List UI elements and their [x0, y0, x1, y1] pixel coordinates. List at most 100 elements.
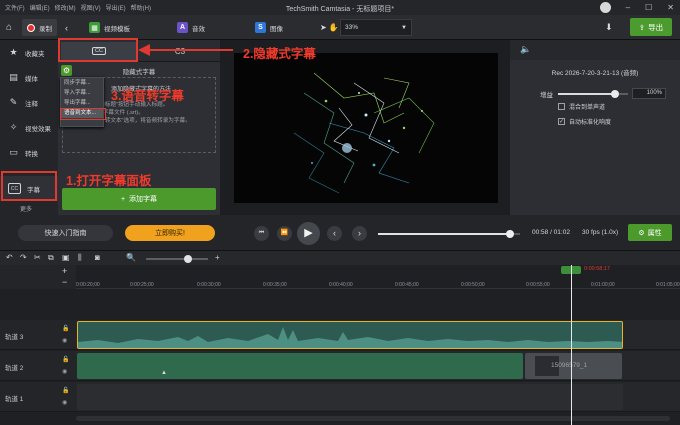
track-lock-icon[interactable]: 🔓 [62, 356, 69, 363]
download-button[interactable]: ⬇ [605, 19, 613, 36]
split-icon[interactable]: ⫼ [78, 253, 82, 263]
properties-button[interactable]: ⚙ 属性 [628, 224, 672, 241]
step-back-button[interactable]: ⏮ [254, 226, 269, 241]
home-button[interactable]: ⌂ [6, 19, 12, 36]
account-icon[interactable] [599, 2, 611, 13]
gain-slider-knob[interactable] [611, 90, 620, 98]
minimize-icon[interactable]: – [626, 3, 630, 13]
record-icon [27, 23, 35, 32]
quick-start-guide-button[interactable]: 快速入门指南 [18, 225, 113, 241]
zoom-out-icon[interactable]: 🔍 [126, 253, 136, 262]
prev-button[interactable]: ‹ [327, 226, 342, 241]
timeline-zoom-knob[interactable] [184, 255, 192, 263]
template-icon: ▦ [89, 22, 100, 33]
highlight-speech-to-text [60, 108, 106, 120]
menu-item-export[interactable]: 导出字幕... [61, 98, 103, 108]
zoom-in-icon[interactable]: + [215, 253, 220, 262]
properties-label: 属性 [647, 229, 662, 237]
track-visibility-icon[interactable]: ◉ [62, 337, 67, 344]
playhead-line[interactable] [571, 265, 572, 425]
track-header[interactable]: 轨道 3 🔓 ◉ [0, 320, 76, 350]
mix-mono-row[interactable]: 混合到单声道 [558, 102, 605, 111]
chevron-left-icon: ‹ [65, 22, 68, 33]
checkbox[interactable]: ✓ [558, 118, 565, 125]
canvas-area [220, 40, 510, 215]
camera-icon[interactable]: ◙ [95, 253, 100, 262]
gain-slider[interactable] [558, 90, 628, 98]
menu-item-import[interactable]: 导入字幕... [61, 88, 103, 98]
sidebar-item-favorites[interactable]: ★ 收藏夹 [0, 40, 58, 65]
export-button[interactable]: ⇪ 导出 [630, 18, 672, 36]
redo-icon[interactable]: ↷ [20, 253, 27, 262]
next-button[interactable]: › [352, 226, 367, 241]
sidebar-item-label: 转换 [25, 150, 38, 158]
track-lane[interactable] [76, 382, 680, 412]
pan-icon[interactable]: ✋ [329, 23, 339, 32]
auto-normalize-row[interactable]: ✓ 自动标准化响度 [558, 117, 611, 126]
sidebar-item-label: 注释 [25, 100, 38, 108]
maximize-icon[interactable]: ☐ [645, 3, 652, 13]
undo-icon[interactable]: ↶ [6, 253, 13, 262]
playback-scrubber[interactable] [378, 230, 520, 238]
scrubber-fill [378, 233, 511, 235]
sidebar-item-annotations[interactable]: ✎ 注释 [0, 90, 58, 115]
timeline-scrollbar[interactable] [76, 416, 670, 421]
sidebar-item-transitions[interactable]: ▭ 转换 [0, 140, 58, 165]
annotation-step-2: 2.隐藏式字幕 [243, 47, 316, 61]
tab-video-templates[interactable]: ▦ 视频模板 [89, 19, 130, 36]
more-button[interactable]: 更多 [0, 201, 58, 215]
gain-input[interactable]: 100% [632, 88, 666, 99]
frame-back-button[interactable]: ⏪ [277, 226, 292, 241]
video-preview[interactable] [234, 53, 498, 203]
particle-artwork [293, 72, 435, 194]
play-button[interactable]: ▶ [297, 222, 320, 245]
buy-now-button[interactable]: 立即购买! [125, 225, 215, 241]
record-button[interactable]: 录制 [22, 19, 57, 36]
window-controls: – ☐ ✕ [599, 2, 674, 13]
chevron-down-icon: ▼ [401, 24, 407, 31]
zoom-select[interactable]: 33% ▼ [340, 19, 412, 36]
video-clip-audio[interactable]: ▲ [77, 353, 523, 379]
paste-icon[interactable]: ▣ [62, 253, 70, 262]
ruler-tick: 0:00:55;00 [526, 282, 550, 288]
collapse-button[interactable]: ‹ [65, 19, 68, 36]
copy-icon[interactable]: ⧉ [48, 253, 54, 263]
panel-title: 隐藏式字幕 [122, 69, 156, 76]
clip-name: Rec 2026-7-20-3-21-13 (音频) [551, 70, 639, 77]
cut-icon[interactable]: ✂ [34, 253, 41, 262]
annotation-arrow [138, 44, 233, 56]
remove-track-icon[interactable]: − [62, 277, 67, 287]
add-track-icon[interactable]: + [62, 266, 67, 276]
scrubber-knob[interactable] [506, 230, 515, 238]
video-clip[interactable]: 1509657​9_1 [525, 353, 622, 379]
track-lane[interactable]: ▲ 1509657​9_1 [76, 351, 680, 381]
track-lock-icon[interactable]: 🔓 [62, 325, 69, 332]
zoom-value: 33% [345, 24, 359, 31]
tab-image[interactable]: S 图像 [255, 19, 283, 36]
sidebar-item-media[interactable]: ▤ 媒体 [0, 65, 58, 90]
timeline-zoom-slider[interactable] [146, 255, 208, 263]
transition-icon: ▭ [9, 147, 18, 157]
ruler-tick: 0:01:00;00 [591, 282, 615, 288]
record-label: 录制 [39, 25, 52, 33]
tab-sound[interactable]: A 音效 [177, 19, 205, 36]
track-lane[interactable] [76, 320, 680, 350]
track-name: 轨道 3 [5, 334, 24, 341]
track-header[interactable]: 轨道 1 🔓 ◉ [0, 382, 76, 412]
menu-item-sync[interactable]: 同步字幕... [61, 78, 103, 88]
sidebar-item-visual-effects[interactable]: ✧ 视觉效果 [0, 115, 58, 140]
gear-icon: ⚙ [638, 229, 645, 237]
audio-clip[interactable] [77, 321, 623, 349]
playback-bar: 快速入门指南 立即购买! ⏮ ⏪ ▶ ‹ › 00:58 / 01:02 30 … [0, 215, 680, 250]
ruler-tick: 0:00:45;00 [395, 282, 419, 288]
track-header[interactable]: 轨道 2 🔓 ◉ [0, 351, 76, 381]
pointer-icon[interactable]: ➤ [320, 23, 327, 32]
properties-panel: 🔈 Rec 2026-7-20-3-21-13 (音频) 增益 100% 混合到… [510, 40, 680, 215]
track-lock-icon[interactable]: 🔓 [62, 387, 69, 394]
track-visibility-icon[interactable]: ◉ [62, 399, 67, 406]
add-caption-button[interactable]: + 添加字幕 [62, 188, 216, 210]
speaker-icon[interactable]: 🔈 [520, 44, 531, 55]
checkbox[interactable] [558, 103, 565, 110]
track-visibility-icon[interactable]: ◉ [62, 368, 67, 375]
close-icon[interactable]: ✕ [667, 3, 674, 13]
